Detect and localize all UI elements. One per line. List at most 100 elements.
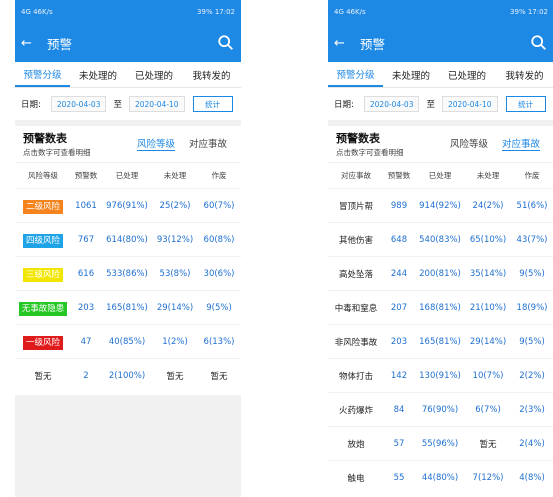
unprocessed-count-link[interactable]: 暂无 [153, 370, 197, 382]
voided-count-link[interactable]: 30(6%) [197, 269, 241, 279]
tab-warning-level[interactable]: 预警分级 [15, 62, 70, 87]
warning-count-link[interactable]: 47 [71, 337, 101, 347]
end-date-field[interactable]: 2020-04-10 [441, 96, 498, 112]
processed-count-link[interactable]: 200(81%) [414, 269, 466, 279]
unprocessed-count-link[interactable]: 35(14%) [466, 269, 510, 279]
table-row: 触电 55 44(80%) 7(12%) 4(8%) [328, 460, 553, 494]
processed-count-link[interactable]: 168(81%) [414, 303, 466, 313]
unprocessed-count-link[interactable]: 24(2%) [466, 201, 510, 211]
warning-count-link[interactable]: 244 [384, 269, 414, 279]
toggle-event-type[interactable]: 对应事故 [189, 136, 227, 150]
tab-processed[interactable]: 已处理的 [126, 62, 182, 87]
unprocessed-count-link[interactable]: 10(7%) [466, 371, 510, 381]
processed-count-link[interactable]: 130(91%) [414, 371, 466, 381]
date-separator: 至 [426, 100, 435, 110]
processed-count-link[interactable]: 976(91%) [101, 201, 153, 211]
table-row: 四级风险 767 614(80%) 93(12%) 60(8%) [15, 222, 241, 256]
toggle-event-type[interactable]: 对应事故 [502, 136, 541, 151]
voided-count-link[interactable]: 60(8%) [197, 235, 241, 245]
voided-count-link[interactable]: 2(3%) [510, 405, 553, 415]
warning-count-link[interactable]: 84 [384, 405, 414, 415]
page-title: 预警 [47, 36, 73, 52]
end-date-field[interactable]: 2020-04-10 [128, 96, 185, 112]
unprocessed-count-link[interactable]: 93(12%) [153, 235, 197, 245]
unprocessed-count-link[interactable]: 25(2%) [153, 201, 197, 211]
unprocessed-count-link[interactable]: 29(14%) [466, 337, 510, 347]
voided-count-link[interactable]: 6(13%) [197, 337, 241, 347]
risk-level-cell: 一级风险 [15, 335, 71, 350]
voided-count-link[interactable]: 2(2%) [510, 371, 553, 381]
event-type-cell: 放炮 [347, 439, 365, 450]
processed-count-link[interactable]: 540(83%) [414, 235, 466, 245]
unprocessed-count-link[interactable]: 53(8%) [153, 269, 197, 279]
voided-count-link[interactable]: 43(7%) [510, 235, 553, 245]
event-type-cell: 高处坠落 [338, 269, 373, 280]
search-icon[interactable] [217, 34, 235, 52]
start-date-field[interactable]: 2020-04-03 [363, 96, 420, 112]
voided-count-link[interactable]: 9(5%) [510, 269, 553, 279]
statistics-button[interactable]: 统计 [505, 96, 546, 112]
tab-unprocessed[interactable]: 未处理的 [70, 62, 126, 87]
tab-warning-level[interactable]: 预警分级 [328, 62, 383, 87]
processed-count-link[interactable]: 165(81%) [101, 303, 153, 313]
tab-processed[interactable]: 已处理的 [439, 62, 495, 87]
voided-count-link[interactable]: 9(5%) [510, 337, 553, 347]
unprocessed-count-link[interactable]: 暂无 [466, 438, 510, 450]
event-type-cell: 火药爆炸 [338, 405, 373, 416]
voided-count-link[interactable]: 60(7%) [197, 201, 241, 211]
tab-unprocessed[interactable]: 未处理的 [383, 62, 439, 87]
table-row: 无事故隐患 203 165(81%) 29(14%) 9(5%) [15, 290, 241, 324]
warning-count-link[interactable]: 207 [384, 303, 414, 313]
unprocessed-count-link[interactable]: 21(10%) [466, 303, 510, 313]
unprocessed-count-link[interactable]: 65(10%) [466, 235, 510, 245]
unprocessed-count-link[interactable]: 29(14%) [153, 303, 197, 313]
back-arrow-icon[interactable]: ← [334, 36, 354, 51]
voided-count-link[interactable]: 51(6%) [510, 201, 553, 211]
left-screen: 4G 46K/s 39% 17:02 ← 预警 预警分级 未处理的 已处理的 我… [15, 0, 241, 497]
start-date-field[interactable]: 2020-04-03 [50, 96, 107, 112]
column-header: 未处理 [476, 171, 500, 180]
processed-count-link[interactable]: 533(86%) [101, 269, 153, 279]
unprocessed-count-link[interactable]: 7(12%) [466, 473, 510, 483]
risk-level-badge: 一级风险 [22, 335, 63, 350]
warning-count-link[interactable]: 55 [384, 473, 414, 483]
warning-count-link[interactable]: 767 [71, 235, 101, 245]
search-icon[interactable] [530, 34, 548, 52]
processed-count-link[interactable]: 55(96%) [414, 439, 466, 449]
column-header: 作废 [524, 171, 540, 180]
tab-forwarded[interactable]: 我转发的 [182, 62, 241, 87]
risk-level-badge: 暂无 [34, 371, 52, 382]
warning-count-link[interactable]: 616 [71, 269, 101, 279]
tab-forwarded[interactable]: 我转发的 [495, 62, 553, 87]
voided-count-link[interactable]: 18(9%) [510, 303, 553, 313]
processed-count-link[interactable]: 40(85%) [101, 337, 153, 347]
warning-count-link[interactable]: 57 [384, 439, 414, 449]
voided-count-link[interactable]: 4(8%) [510, 473, 553, 483]
processed-count-link[interactable]: 914(92%) [414, 201, 466, 211]
voided-count-link[interactable]: 暂无 [197, 370, 241, 382]
processed-count-link[interactable]: 2(100%) [101, 371, 153, 381]
unprocessed-count-link[interactable]: 6(7%) [466, 405, 510, 415]
back-arrow-icon[interactable]: ← [21, 36, 41, 51]
warning-count-link[interactable]: 989 [384, 201, 414, 211]
processed-count-link[interactable]: 165(81%) [414, 337, 466, 347]
voided-count-link[interactable]: 9(5%) [197, 303, 241, 313]
event-type-cell: 中毒和窒息 [334, 303, 378, 314]
date-separator: 至 [113, 100, 122, 110]
warning-count-link[interactable]: 203 [384, 337, 414, 347]
toggle-risk-level[interactable]: 风险等级 [137, 136, 176, 151]
warning-count-link[interactable]: 142 [384, 371, 414, 381]
processed-count-link[interactable]: 614(80%) [101, 235, 153, 245]
warning-count-link[interactable]: 1061 [71, 201, 101, 211]
warning-count-link[interactable]: 203 [71, 303, 101, 313]
statistics-button[interactable]: 统计 [192, 96, 233, 112]
voided-count-link[interactable]: 2(4%) [510, 439, 553, 449]
warning-count-link[interactable]: 648 [384, 235, 414, 245]
app-bar: ← 预警 [15, 24, 241, 62]
processed-count-link[interactable]: 44(80%) [414, 473, 466, 483]
toggle-risk-level[interactable]: 风险等级 [450, 136, 488, 150]
warning-count-link[interactable]: 2 [71, 371, 101, 381]
risk-level-cell: 无事故隐患 [15, 301, 71, 316]
processed-count-link[interactable]: 76(90%) [414, 405, 466, 415]
unprocessed-count-link[interactable]: 1(2%) [153, 337, 197, 347]
